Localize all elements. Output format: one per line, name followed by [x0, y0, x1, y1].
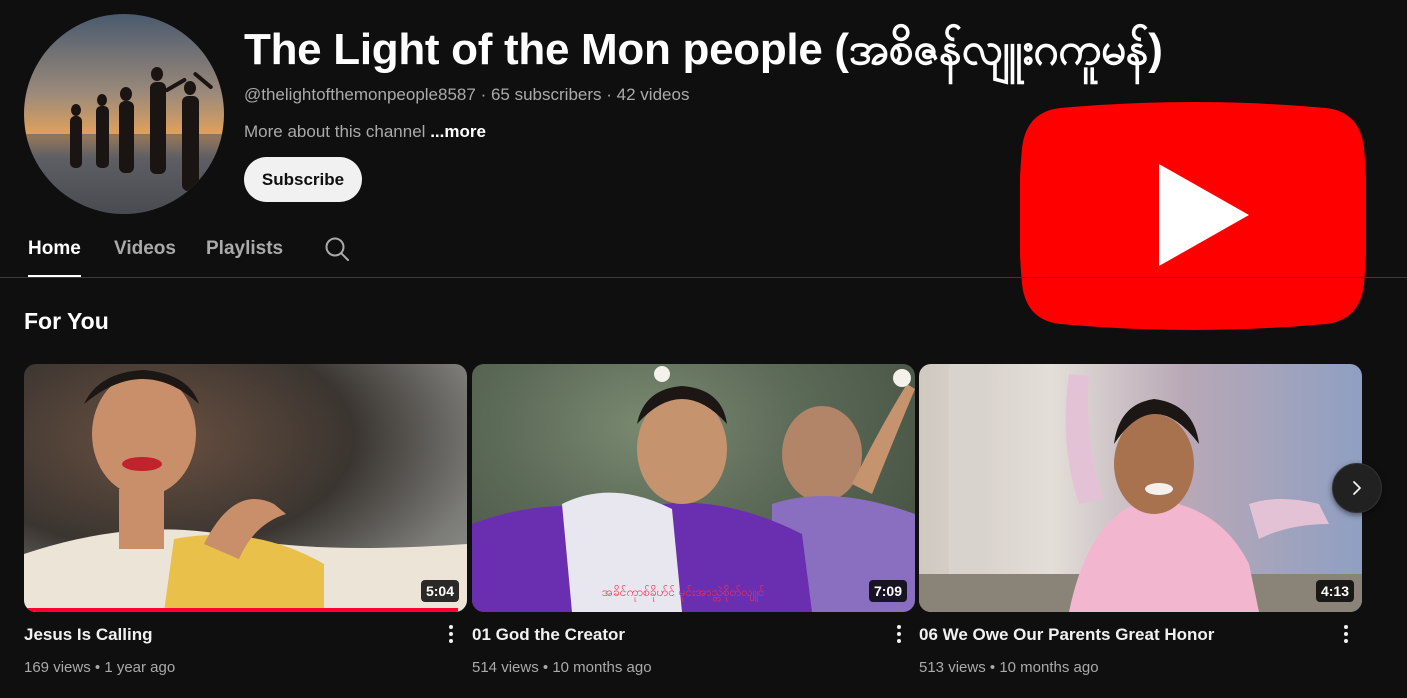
carousel-next-button[interactable] — [1332, 463, 1382, 513]
video-card[interactable]: 4:13 06 We Owe Our Parents Great Honor 5… — [919, 364, 1362, 676]
about-text: More about this channel — [244, 122, 426, 141]
meta-separator: · — [480, 85, 487, 104]
meta-separator: · — [606, 85, 612, 104]
search-icon[interactable] — [324, 236, 350, 267]
video-card[interactable]: အခိင်ကုာစ်ခိုဟ်င် မုင်းအာသ္တဲစိုတ်လျူင် … — [472, 364, 915, 676]
tab-playlists[interactable]: Playlists — [206, 226, 283, 276]
section-title: For You — [24, 308, 109, 334]
more-vert-icon[interactable] — [891, 622, 907, 646]
channel-meta: @thelightofthemonpeople8587 · 65 subscri… — [244, 85, 689, 105]
subscribe-button[interactable]: Subscribe — [244, 157, 362, 202]
video-meta: 514 views • 10 months ago — [472, 659, 652, 676]
meta-separator: • — [94, 659, 101, 676]
video-title[interactable]: 06 We Owe Our Parents Great Honor — [919, 625, 1214, 645]
avatar-dancers-image — [24, 67, 224, 214]
view-count: 513 views — [919, 659, 986, 676]
video-card[interactable]: 5:04 Jesus Is Calling 169 views • 1 year… — [24, 364, 467, 676]
tabs-divider — [0, 277, 1407, 278]
view-count: 514 views — [472, 659, 539, 676]
channel-about[interactable]: More about this channel ...more — [244, 122, 486, 142]
channel-avatar — [24, 14, 224, 214]
more-vert-icon[interactable] — [443, 622, 459, 646]
upload-age: 10 months ago — [552, 659, 652, 676]
video-thumbnail[interactable]: 5:04 — [24, 364, 467, 612]
watch-progress-bar — [24, 608, 459, 612]
upload-age: 10 months ago — [999, 659, 1099, 676]
meta-separator: • — [989, 659, 996, 676]
video-title[interactable]: Jesus Is Calling — [24, 625, 153, 645]
meta-separator: • — [542, 659, 549, 676]
video-count: 42 videos — [616, 85, 690, 104]
channel-handle: @thelightofthemonpeople8587 — [244, 85, 476, 104]
tab-home[interactable]: Home — [28, 226, 81, 278]
video-title[interactable]: 01 God the Creator — [472, 625, 625, 645]
video-duration: 5:04 — [420, 580, 459, 602]
channel-title: The Light of the Mon people (အစိဇန်လျူးဂ… — [244, 25, 1163, 74]
chevron-right-icon — [1353, 481, 1361, 495]
tab-videos[interactable]: Videos — [114, 226, 176, 276]
youtube-logo-icon — [1019, 96, 1367, 341]
video-meta: 169 views • 1 year ago — [24, 659, 175, 676]
video-thumbnail[interactable]: 4:13 — [919, 364, 1362, 612]
more-vert-icon[interactable] — [1338, 622, 1354, 646]
video-duration: 7:09 — [868, 580, 907, 602]
video-thumbnail[interactable]: အခိင်ကုာစ်ခိုဟ်င် မုင်းအာသ္တဲစိုတ်လျူင် … — [472, 364, 915, 612]
video-meta: 513 views • 10 months ago — [919, 659, 1099, 676]
about-more-link[interactable]: ...more — [430, 122, 486, 141]
video-duration: 4:13 — [1315, 580, 1354, 602]
subscriber-count: 65 subscribers — [490, 85, 602, 104]
upload-age: 1 year ago — [104, 659, 176, 676]
view-count: 169 views — [24, 659, 91, 676]
